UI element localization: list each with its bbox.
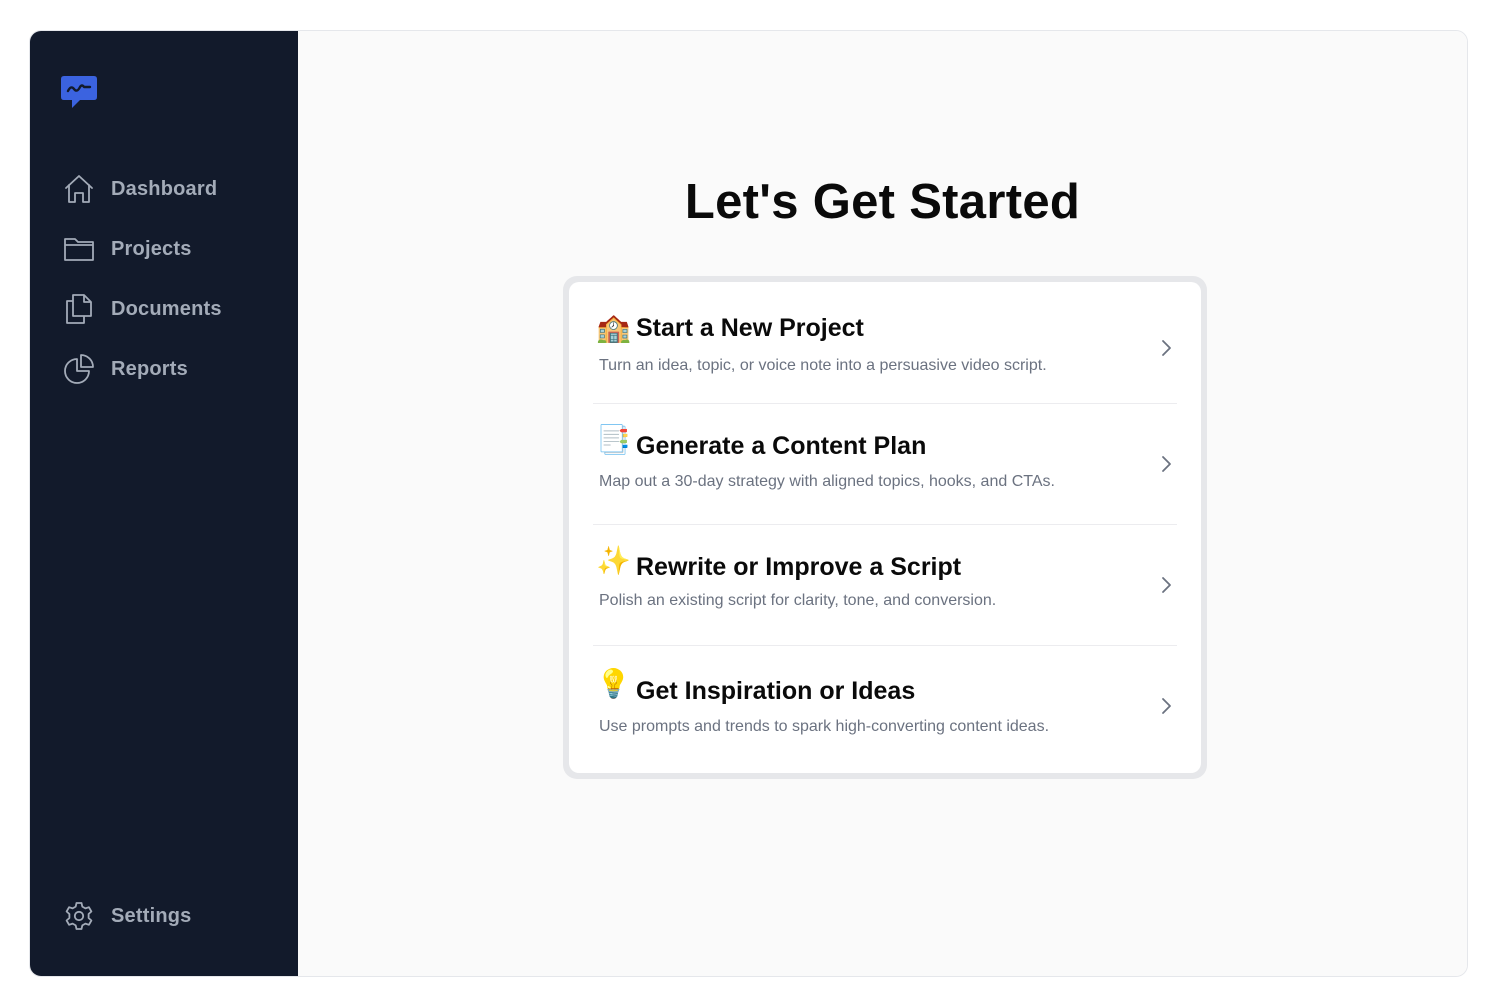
option-title: Generate a Content Plan	[636, 432, 927, 460]
bookmark-tabs-icon: 📑	[596, 424, 631, 455]
school-building-icon: 🏫	[596, 312, 631, 343]
sidebar-item-label: Settings	[111, 904, 192, 927]
main-content: Let's Get Started 🏫 Start a New Project …	[298, 31, 1467, 976]
options-card: 🏫 Start a New Project Turn an idea, topi…	[569, 282, 1201, 773]
sidebar-item-label: Projects	[111, 237, 192, 260]
gear-icon	[64, 901, 94, 931]
light-bulb-icon: 💡	[596, 668, 631, 699]
chat-bubble-logo-icon[interactable]	[60, 75, 98, 111]
chevron-right-icon	[1159, 576, 1173, 594]
sidebar-item-dashboard[interactable]: Dashboard	[30, 159, 298, 219]
option-rewrite-improve-script[interactable]: ✨ Rewrite or Improve a Script Polish an …	[593, 524, 1177, 646]
sidebar-settings: Settings	[30, 886, 298, 946]
sparkles-icon: ✨	[596, 545, 631, 576]
sidebar-item-label: Documents	[111, 297, 222, 320]
sidebar-item-settings[interactable]: Settings	[30, 886, 298, 946]
sidebar: Dashboard Projects Documents Reports Set…	[30, 31, 298, 976]
option-generate-content-plan[interactable]: 📑 Generate a Content Plan Map out a 30-d…	[593, 403, 1177, 525]
chevron-right-icon	[1159, 697, 1173, 715]
option-description: Polish an existing script for clarity, t…	[599, 592, 997, 609]
sidebar-item-projects[interactable]: Projects	[30, 219, 298, 279]
documents-icon	[64, 294, 94, 324]
home-icon	[64, 174, 94, 204]
option-title: Rewrite or Improve a Script	[636, 553, 962, 581]
option-description: Turn an idea, topic, or voice note into …	[599, 357, 1047, 374]
page-title: Let's Get Started	[684, 175, 1081, 229]
folder-icon	[64, 234, 94, 264]
option-start-new-project[interactable]: 🏫 Start a New Project Turn an idea, topi…	[593, 282, 1177, 403]
pie-chart-icon	[64, 354, 94, 384]
option-description: Map out a 30-day strategy with aligned t…	[599, 473, 1055, 490]
option-title: Get Inspiration or Ideas	[636, 677, 916, 705]
sidebar-nav: Dashboard Projects Documents Reports	[30, 159, 298, 399]
sidebar-item-label: Reports	[111, 357, 188, 380]
option-get-inspiration[interactable]: 💡 Get Inspiration or Ideas Use prompts a…	[593, 645, 1177, 767]
chevron-right-icon	[1159, 339, 1173, 357]
sidebar-item-documents[interactable]: Documents	[30, 279, 298, 339]
options-card-frame: 🏫 Start a New Project Turn an idea, topi…	[563, 276, 1207, 779]
option-title: Start a New Project	[636, 314, 864, 342]
chevron-right-icon	[1159, 455, 1173, 473]
option-description: Use prompts and trends to spark high-con…	[599, 718, 1050, 735]
sidebar-item-reports[interactable]: Reports	[30, 339, 298, 399]
app-window: Dashboard Projects Documents Reports Set…	[29, 30, 1468, 977]
sidebar-item-label: Dashboard	[111, 177, 218, 200]
